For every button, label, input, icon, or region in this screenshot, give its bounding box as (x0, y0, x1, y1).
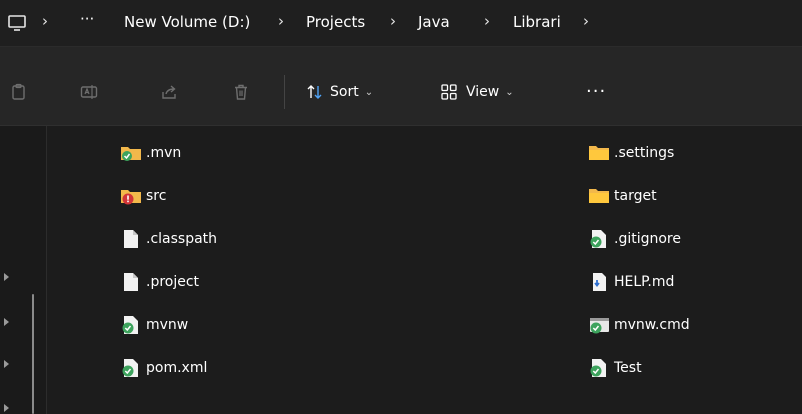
paste-icon[interactable] (10, 83, 28, 101)
file-check-icon (590, 359, 606, 377)
breadcrumb-separator[interactable]: › (278, 12, 284, 30)
delete-icon[interactable] (232, 83, 250, 101)
file-item[interactable]: target (588, 185, 657, 207)
expand-chevron-icon[interactable] (4, 318, 9, 326)
view-button[interactable]: View ⌄ (440, 80, 514, 104)
file-item[interactable]: .classpath (120, 228, 217, 250)
sort-icon (307, 85, 322, 99)
sort-label: Sort (330, 84, 359, 100)
file-name: target (614, 188, 657, 204)
breadcrumb-item-librari[interactable]: Librari (513, 13, 561, 31)
markdown-file-icon (593, 273, 606, 291)
rename-icon[interactable] (80, 83, 98, 101)
file-check-icon (122, 359, 138, 377)
file-item[interactable]: Test (588, 357, 642, 379)
file-name: src (146, 188, 167, 204)
file-name: mvnw (146, 317, 189, 333)
view-label: View (466, 84, 500, 100)
file-item[interactable]: mvnw (120, 314, 188, 336)
folder-check-icon (121, 147, 141, 161)
file-item[interactable]: .settings (588, 142, 674, 164)
file-check-icon (122, 316, 138, 334)
address-bar: › ··· New Volume (D:) › Projects › Java … (0, 0, 802, 47)
file-name: .classpath (146, 231, 218, 247)
folder-error-icon (121, 190, 141, 205)
file-name: .gitignore (614, 231, 681, 247)
sort-button[interactable]: Sort ⌄ (306, 80, 373, 104)
chevron-down-icon: ⌄ (364, 86, 374, 98)
file-item[interactable]: .mvn (120, 142, 181, 164)
file-item[interactable]: .gitignore (588, 228, 681, 250)
folder-icon (589, 146, 609, 160)
file-name: pom.xml (146, 360, 208, 376)
breadcrumb-item-new-volume[interactable]: New Volume (D:) (124, 13, 250, 31)
this-pc-icon[interactable] (6, 12, 28, 34)
expand-chevron-icon[interactable] (4, 360, 9, 368)
chevron-down-icon: ⌄ (505, 86, 514, 98)
breadcrumb-item-projects[interactable]: Projects (306, 13, 365, 31)
file-item[interactable]: mvnw.cmd (588, 314, 690, 336)
file-item[interactable]: .project (120, 271, 199, 293)
more-options-button[interactable]: ··· (586, 81, 606, 102)
share-icon[interactable] (160, 83, 178, 101)
file-icon (124, 230, 138, 248)
file-name: HELP.md (614, 274, 675, 290)
file-check-icon (590, 230, 606, 248)
breadcrumb-separator[interactable]: › (390, 12, 396, 30)
breadcrumb-separator[interactable]: › (484, 12, 490, 30)
file-name: .settings (614, 145, 675, 161)
file-name: Test (614, 360, 642, 376)
breadcrumb-separator[interactable]: › (583, 12, 589, 30)
expand-chevron-icon[interactable] (4, 404, 9, 412)
file-item[interactable]: HELP.md (588, 271, 674, 293)
file-list: .mvn src .classpath .project mvnw pom.xm… (0, 126, 802, 414)
expand-chevron-icon[interactable] (4, 273, 9, 281)
command-bar: Sort ⌄ View ⌄ ··· (0, 47, 802, 126)
cmd-check-icon (590, 318, 609, 334)
folder-icon (589, 189, 609, 203)
navigation-pane (0, 126, 47, 414)
breadcrumb-item-java[interactable]: Java (418, 13, 450, 31)
file-name: mvnw.cmd (614, 317, 690, 333)
file-item[interactable]: src (120, 185, 166, 207)
breadcrumb-separator[interactable]: › (42, 12, 48, 30)
toolbar-divider (284, 75, 285, 109)
file-name: .mvn (146, 145, 182, 161)
view-icon (441, 84, 457, 100)
file-name: .project (146, 274, 200, 290)
file-icon (124, 273, 138, 291)
breadcrumb-overflow[interactable]: ··· (80, 10, 94, 28)
nav-pane-scrollbar[interactable] (32, 294, 34, 414)
file-item[interactable]: pom.xml (120, 357, 207, 379)
